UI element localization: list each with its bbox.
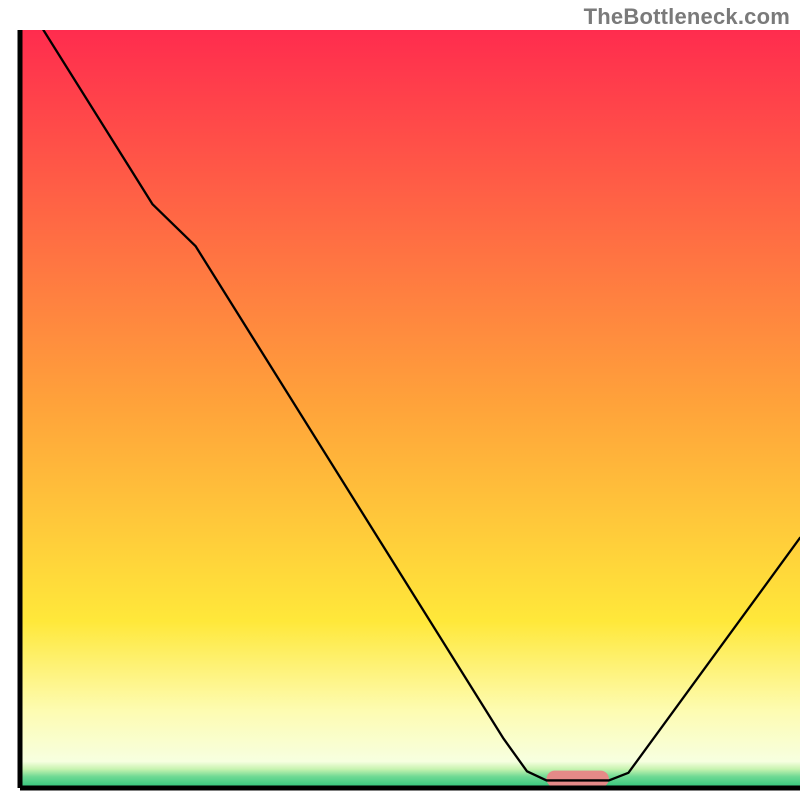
bottleneck-chart	[0, 0, 800, 800]
watermark-text: TheBottleneck.com	[584, 4, 790, 30]
gradient-background	[20, 30, 800, 788]
chart-stage: TheBottleneck.com	[0, 0, 800, 800]
optimal-range-marker	[547, 771, 609, 788]
